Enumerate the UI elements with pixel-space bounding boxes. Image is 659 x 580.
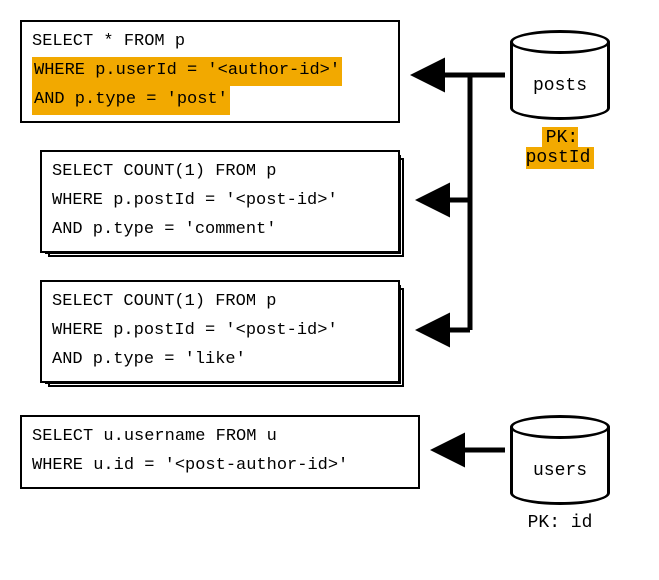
sql-line: AND p.type = 'like' xyxy=(52,346,388,375)
database-users: users PK: id xyxy=(510,415,610,533)
cylinder-icon: posts xyxy=(510,30,610,120)
sql-line: WHERE p.postId = '<post-id>' xyxy=(52,187,388,216)
sql-line-highlight: AND p.type = 'post' xyxy=(32,86,230,115)
sql-line: WHERE p.postId = '<post-id>' xyxy=(52,317,388,346)
sql-line: SELECT u.username FROM u xyxy=(32,423,408,452)
sql-line: WHERE u.id = '<post-author-id>' xyxy=(32,452,408,481)
database-label: users xyxy=(510,461,610,481)
cylinder-icon: users xyxy=(510,415,610,505)
query-diagram: SELECT * FROM p WHERE p.userId = '<autho… xyxy=(20,20,640,560)
database-posts: posts PK: postId xyxy=(510,30,610,168)
pk-label: PK: id xyxy=(510,513,610,533)
query-box-likes-count: SELECT COUNT(1) FROM p WHERE p.postId = … xyxy=(40,280,400,383)
sql-line: SELECT COUNT(1) FROM p xyxy=(52,288,388,317)
query-box-comments-count: SELECT COUNT(1) FROM p WHERE p.postId = … xyxy=(40,150,400,253)
query-box-username: SELECT u.username FROM u WHERE u.id = '<… xyxy=(20,415,420,489)
pk-label: PK: postId xyxy=(526,127,595,169)
database-label: posts xyxy=(510,76,610,96)
query-box-posts: SELECT * FROM p WHERE p.userId = '<autho… xyxy=(20,20,400,123)
sql-line: SELECT * FROM p xyxy=(32,28,388,57)
sql-line-highlight: WHERE p.userId = '<author-id>' xyxy=(32,57,342,86)
sql-line: AND p.type = 'comment' xyxy=(52,216,388,245)
sql-line: SELECT COUNT(1) FROM p xyxy=(52,158,388,187)
